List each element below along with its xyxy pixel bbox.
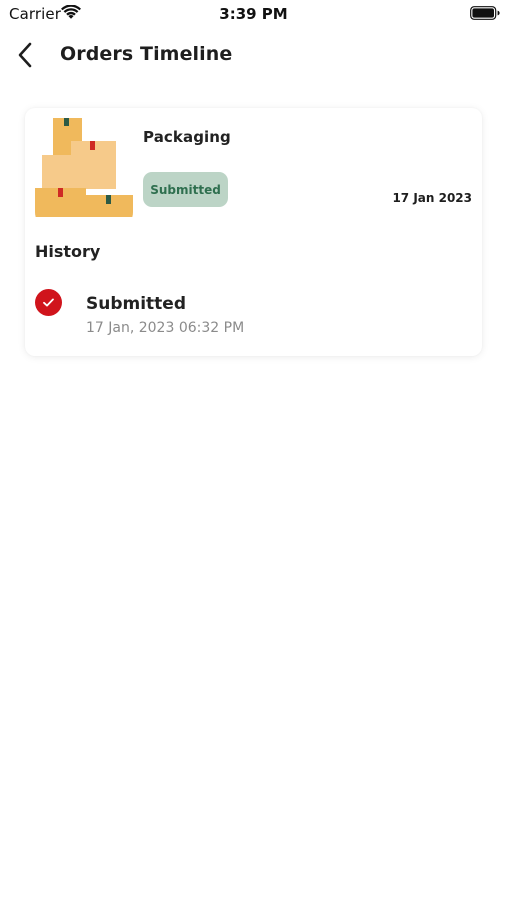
order-date: 17 Jan 2023 <box>392 191 472 205</box>
history-item-status: Submitted <box>86 294 187 314</box>
check-circle-icon <box>35 289 62 316</box>
back-button[interactable] <box>10 40 40 70</box>
order-card[interactable]: Packaging Submitted 17 Jan 2023 History … <box>25 108 482 356</box>
battery-icon <box>470 6 500 20</box>
app-header: Orders Timeline <box>0 34 507 76</box>
packages-icon <box>35 118 133 217</box>
chevron-left-icon <box>18 42 32 68</box>
history-item-timestamp: 17 Jan, 2023 06:32 PM <box>86 320 245 336</box>
status-badge: Submitted <box>143 172 228 207</box>
clock: 3:39 PM <box>219 5 288 23</box>
history-heading: History <box>35 242 101 261</box>
history-item: Submitted 17 Jan, 2023 06:32 PM <box>35 288 465 340</box>
status-bar: Carrier 3:39 PM <box>0 0 507 28</box>
order-name: Packaging <box>143 128 231 146</box>
page-title: Orders Timeline <box>60 43 233 65</box>
